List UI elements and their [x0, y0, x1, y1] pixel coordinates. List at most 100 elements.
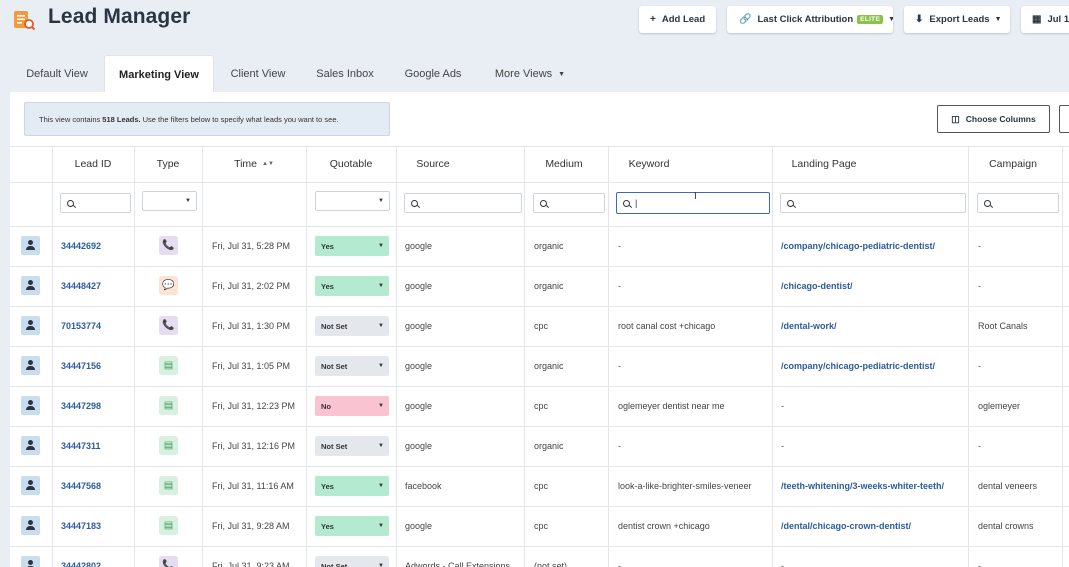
- lead-id-link[interactable]: 34448427: [61, 266, 101, 306]
- column-header-keyword[interactable]: Keyword: [608, 146, 690, 182]
- landing-page-link: -: [781, 561, 784, 567]
- tab-marketing-view[interactable]: Marketing View: [104, 55, 214, 93]
- contact-avatar-icon[interactable]: [21, 316, 40, 335]
- lead-keyword: -: [618, 281, 621, 291]
- column-header-landing-page[interactable]: Landing Page: [772, 146, 876, 182]
- landing-page-link[interactable]: /teeth-whitening/3-weeks-whiter-teeth/: [781, 466, 966, 506]
- table-row[interactable]: 34442692 📞 Fri, Jul 31, 5:28 PM Yes ▼ google o…: [10, 226, 1069, 266]
- quotable-select[interactable]: Yes ▼: [315, 276, 389, 296]
- quotable-select[interactable]: Yes ▼: [315, 516, 389, 536]
- landing-page-link[interactable]: /chicago-dentist/: [781, 266, 966, 306]
- keyword-filter-input[interactable]: |: [616, 192, 770, 214]
- column-header-campaign[interactable]: Campaign: [968, 146, 1058, 182]
- lead-id-link[interactable]: 34442802: [61, 546, 101, 567]
- lead-time: Fri, Jul 31, 5:28 PM: [212, 241, 291, 251]
- lead-keyword: oglemeyer dentist near me: [618, 401, 725, 411]
- lead-source: google: [405, 321, 433, 331]
- lead-id-filter-input[interactable]: [60, 193, 131, 213]
- quotable-filter-select[interactable]: ▼: [315, 191, 390, 211]
- contact-avatar-icon[interactable]: [21, 556, 40, 567]
- lead-source: google: [405, 441, 433, 451]
- quotable-select[interactable]: Yes ▼: [315, 236, 389, 256]
- column-header-time[interactable]: Time ▲▼: [202, 146, 306, 182]
- table-row[interactable]: 34447183 ▤ Fri, Jul 31, 9:28 AM Yes ▼ google c…: [10, 506, 1069, 546]
- contact-avatar-icon[interactable]: [21, 476, 40, 495]
- choose-columns-button[interactable]: ◫ Choose Columns: [937, 105, 1050, 133]
- app-header: Lead Manager + Add Lead 🔗 Last Click Att…: [0, 0, 1069, 44]
- search-icon: [67, 199, 74, 207]
- contact-avatar-icon[interactable]: [21, 356, 40, 375]
- quotable-select[interactable]: Not Set ▼: [315, 316, 389, 336]
- medium-filter-input[interactable]: [533, 193, 605, 213]
- quotable-select[interactable]: No ▼: [315, 396, 389, 416]
- page-title: Lead Manager: [48, 5, 191, 28]
- type-filter-select[interactable]: ▼: [142, 191, 197, 211]
- lead-keyword: -: [618, 361, 621, 371]
- chevron-down-icon: ▼: [994, 16, 1002, 23]
- lead-time: Fri, Jul 31, 12:16 PM: [212, 441, 296, 451]
- lead-id-link[interactable]: 34447298: [61, 386, 101, 426]
- lead-campaign: -: [978, 561, 981, 567]
- landing-page-filter-input[interactable]: [780, 193, 966, 213]
- lead-campaign: -: [978, 361, 981, 371]
- add-lead-button[interactable]: + Add Lead: [639, 6, 716, 33]
- column-header-lead-id[interactable]: Lead ID: [52, 146, 134, 182]
- lead-medium: organic: [534, 441, 564, 451]
- source-filter-input[interactable]: [404, 193, 522, 213]
- lead-manager-logo-icon: [14, 11, 35, 31]
- lead-medium: organic: [534, 241, 564, 251]
- tab-client-view[interactable]: Client View: [224, 55, 292, 93]
- lead-id-link[interactable]: 34447311: [61, 426, 101, 466]
- table-row[interactable]: 70153774 📞 Fri, Jul 31, 1:30 PM Not Set ▼ goo…: [10, 306, 1069, 346]
- table-row[interactable]: 34447298 ▤ Fri, Jul 31, 12:23 PM No ▼ google c…: [10, 386, 1069, 426]
- contact-avatar-icon[interactable]: [21, 436, 40, 455]
- tab-google-ads[interactable]: Google Ads: [398, 55, 468, 93]
- lead-id-link[interactable]: 34447568: [61, 466, 101, 506]
- lead-time: Fri, Jul 31, 11:16 AM: [212, 481, 294, 491]
- table-row[interactable]: 34448427 💬 Fri, Jul 31, 2:02 PM Yes ▼ google o…: [10, 266, 1069, 306]
- search-icon: [984, 199, 991, 207]
- attribution-dropdown[interactable]: 🔗 Last Click Attribution ELITE ▼: [727, 6, 893, 33]
- contact-avatar-icon[interactable]: [21, 276, 40, 295]
- campaign-filter-input[interactable]: [977, 193, 1059, 213]
- table-row[interactable]: 34442802 📞 Fri, Jul 31, 9:23 AM Not Set ▼ Adw…: [10, 546, 1069, 567]
- lead-time: Fri, Jul 31, 1:30 PM: [212, 321, 291, 331]
- landing-page-link[interactable]: /company/chicago-pediatric-dentist/: [781, 346, 966, 386]
- lead-campaign: -: [978, 281, 981, 291]
- chevron-down-icon: ▼: [185, 198, 191, 204]
- lead-keyword: -: [618, 241, 621, 251]
- lead-id-link[interactable]: 70153774: [61, 306, 101, 346]
- column-header-medium[interactable]: Medium: [524, 146, 604, 182]
- contact-avatar-icon[interactable]: [21, 396, 40, 415]
- column-header-source[interactable]: Source: [396, 146, 470, 182]
- table-row[interactable]: 34447156 ▤ Fri, Jul 31, 1:05 PM Not Set ▼ goo…: [10, 346, 1069, 386]
- lead-id-link[interactable]: 34442692: [61, 226, 101, 266]
- quotable-select[interactable]: Not Set ▼: [315, 556, 389, 567]
- columns-icon: ◫: [951, 113, 960, 124]
- export-leads-dropdown[interactable]: ⬇ Export Leads ▼: [904, 6, 1010, 33]
- column-header-type[interactable]: Type: [134, 146, 202, 182]
- lead-campaign: dental veneers: [978, 481, 1038, 491]
- quotable-select[interactable]: Not Set ▼: [315, 436, 389, 456]
- date-range-picker[interactable]: ▦ Jul 1,: [1021, 6, 1069, 33]
- chevron-down-icon: ▼: [378, 443, 384, 449]
- contact-avatar-icon[interactable]: [21, 236, 40, 255]
- landing-page-link[interactable]: /dental/chicago-crown-dentist/: [781, 506, 966, 546]
- table-row[interactable]: 34447311 ▤ Fri, Jul 31, 12:16 PM Not Set ▼ go…: [10, 426, 1069, 466]
- call-type-icon: 📞: [159, 236, 178, 255]
- more-actions-button[interactable]: [1059, 105, 1069, 133]
- quotable-select[interactable]: Yes ▼: [315, 476, 389, 496]
- tab-more-views[interactable]: More Views ▼: [488, 55, 572, 93]
- quotable-select[interactable]: Not Set ▼: [315, 356, 389, 376]
- landing-page-link[interactable]: /company/chicago-pediatric-dentist/: [781, 226, 966, 266]
- tab-sales-inbox[interactable]: Sales Inbox: [308, 55, 382, 93]
- lead-id-link[interactable]: 34447156: [61, 346, 101, 386]
- tab-default-view[interactable]: Default View: [20, 55, 94, 93]
- landing-page-link[interactable]: /dental-work/: [781, 306, 966, 346]
- view-tabs: Default View Marketing View Client View …: [0, 55, 1069, 93]
- lead-id-link[interactable]: 34447183: [61, 506, 101, 546]
- column-header-quotable[interactable]: Quotable: [306, 146, 396, 182]
- table-row[interactable]: 34447568 ▤ Fri, Jul 31, 11:16 AM Yes ▼ facebo…: [10, 466, 1069, 506]
- contact-avatar-icon[interactable]: [21, 516, 40, 535]
- lead-campaign: oglemeyer: [978, 401, 1021, 411]
